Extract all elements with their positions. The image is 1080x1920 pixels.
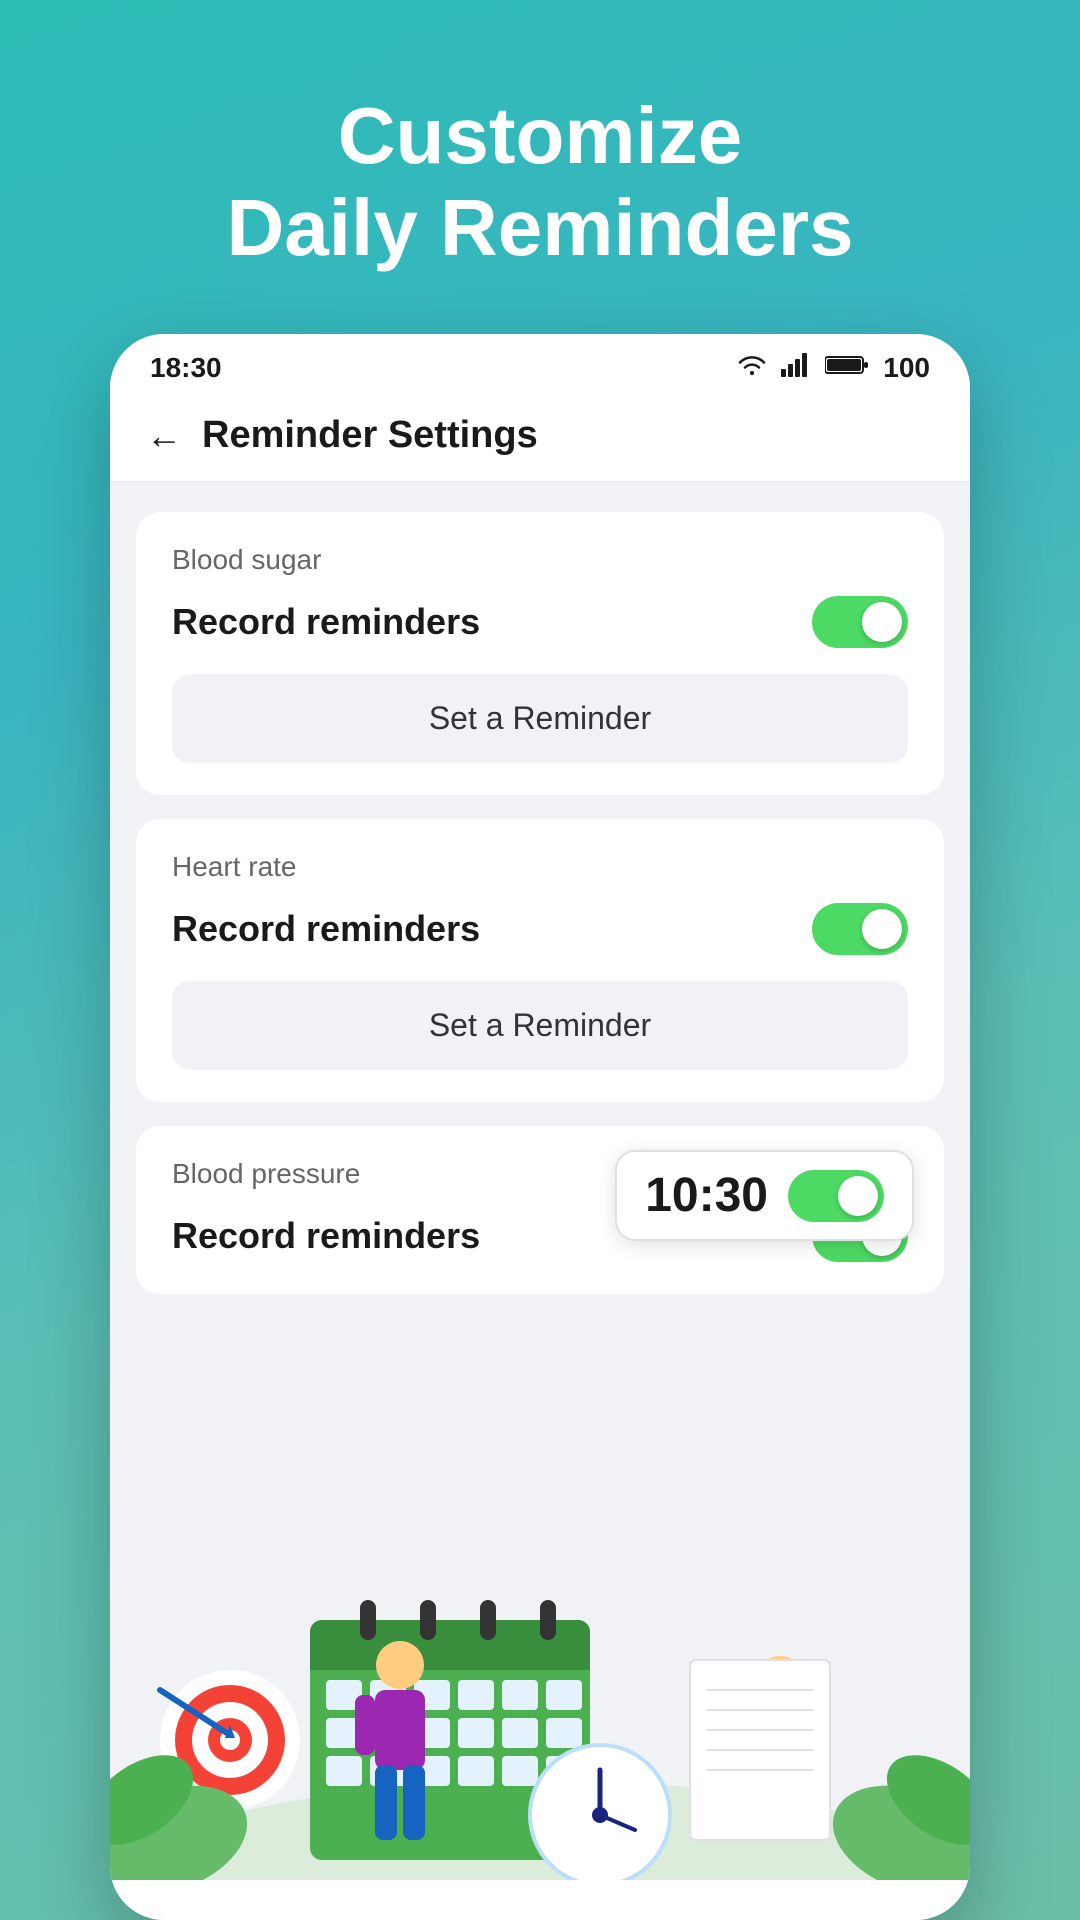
heart-rate-record-label: Record reminders: [172, 908, 480, 950]
time-badge-toggle[interactable]: [788, 1170, 884, 1222]
time-badge: 10:30: [615, 1150, 914, 1241]
blood-sugar-toggle[interactable]: [812, 596, 908, 648]
header-line2: Daily Reminders: [227, 182, 854, 274]
illustration: [110, 1560, 970, 1880]
time-badge-value: 10:30: [645, 1168, 768, 1223]
phone-bottom: [110, 1880, 970, 1920]
blood-pressure-card: 10:30 Blood pressure Record reminders: [136, 1126, 944, 1294]
status-time: 18:30: [150, 352, 222, 384]
blood-sugar-label: Blood sugar: [172, 544, 908, 576]
heart-rate-row: Record reminders: [172, 903, 908, 955]
header-line1: Customize: [227, 90, 854, 182]
content-area: Blood sugar Record reminders Set a Remin…: [110, 482, 970, 1880]
battery-icon: [825, 352, 869, 384]
blood-sugar-set-reminder[interactable]: Set a Reminder: [172, 674, 908, 763]
phone-mockup: 18:30: [110, 334, 970, 1920]
heart-rate-card: Heart rate Record reminders Set a Remind…: [136, 819, 944, 1102]
back-button[interactable]: ←: [146, 415, 182, 457]
nav-bar: ← Reminder Settings: [110, 394, 970, 482]
heart-rate-set-reminder[interactable]: Set a Reminder: [172, 981, 908, 1070]
blood-sugar-card: Blood sugar Record reminders Set a Remin…: [136, 512, 944, 795]
signal-icon: [781, 352, 811, 384]
blood-sugar-record-label: Record reminders: [172, 601, 480, 643]
status-right: 100: [737, 352, 930, 384]
battery-level: 100: [883, 352, 930, 384]
heart-rate-toggle[interactable]: [812, 903, 908, 955]
status-bar: 18:30: [110, 334, 970, 394]
wifi-icon: [737, 352, 767, 384]
blood-sugar-row: Record reminders: [172, 596, 908, 648]
page-header: Customize Daily Reminders: [227, 90, 854, 274]
heart-rate-label: Heart rate: [172, 851, 908, 883]
nav-title: Reminder Settings: [202, 414, 538, 457]
blood-pressure-record-label: Record reminders: [172, 1215, 480, 1257]
